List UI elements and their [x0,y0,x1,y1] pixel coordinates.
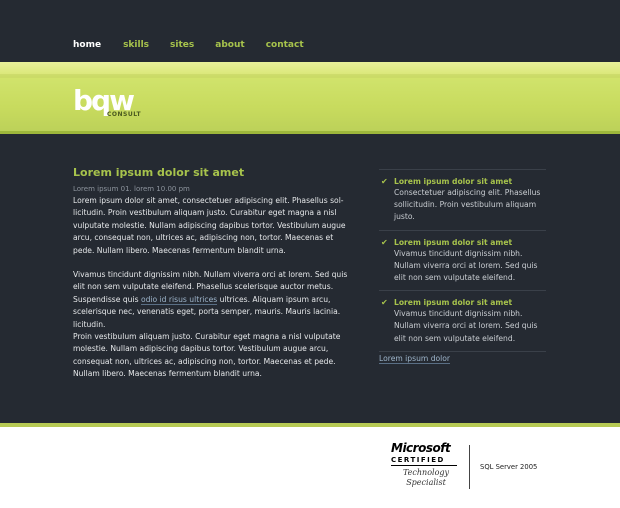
sidebar-item[interactable]: ✔ Lorem ipsum dolor sit amet Vivamus tin… [379,290,546,352]
nav-about[interactable]: about [215,40,244,50]
check-icon: ✔ [381,177,388,186]
footer-divider [469,445,470,489]
article-paragraph-1: Lorem ipsum dolor sit amet, consectetuer… [73,196,346,255]
check-icon: ✔ [381,298,388,308]
banner-bottom-line [0,131,620,134]
logo-subtitle: CONSULT [107,111,142,118]
sidebar-item-desc: Vivamus tincidunt dignissim nibh. Nullam… [394,309,538,343]
banner-stripe [0,74,620,78]
sidebar-item-title: Lorem ipsum dolor sit amet [394,177,513,186]
ms-certified-label: CERTIFIED [391,456,445,464]
main-article: Lorem ipsum dolor sit amet Lorem ipsum 0… [73,166,353,381]
ms-ts-line-1: Technology [402,468,450,477]
ms-cert-underline [391,465,457,466]
sidebar-item-desc: Vivamus tincidunt dignissim nibh. Nullam… [394,248,538,283]
article-paragraph-2: Vivamus tincidunt dignissim nibh. Nullam… [73,269,353,331]
article-meta: Lorem ipsum 01. lorem 10.00 pm [73,185,190,193]
nav-skills[interactable]: skills [123,40,149,50]
article-title: Lorem ipsum dolor sit amet [73,166,245,179]
header-banner: bqw CONSULT [0,62,620,134]
nav-contact[interactable]: contact [266,40,304,50]
nav-home[interactable]: home [73,40,101,50]
ms-ts-line-2: Specialist [406,478,446,487]
sidebar-item-desc: Consectetuer adipiscing elit. Phasellus … [394,188,541,222]
nav-sites[interactable]: sites [170,40,194,50]
microsoft-certified-logo: Microsoft CERTIFIED Technology Specialis… [391,441,461,496]
ms-brand: Microsoft [391,441,451,455]
sidebar-item-title: Lorem ipsum dolor sit amet [394,237,513,247]
top-bar: home skills sites about contact [0,0,620,62]
sidebar: ✔ Lorem ipsum dolor sit amet Consectetue… [379,169,546,352]
sql-server-label: SQL Server 2005 [480,463,538,471]
article-paragraph-3: Proin vestibulum aliquam justo. Curabitu… [73,332,341,379]
sidebar-item[interactable]: ✔ Lorem ipsum dolor sit amet Vivamus tin… [379,229,546,291]
sidebar-item-title: Lorem ipsum dolor sit amet [394,298,513,308]
sidebar-item[interactable]: ✔ Lorem ipsum dolor sit amet Consectetue… [379,169,546,230]
check-icon: ✔ [381,237,388,247]
ms-technology-specialist: Technology Specialist [391,468,461,488]
logo[interactable]: bqw CONSULT [73,87,141,119]
sidebar-more-link[interactable]: Lorem ipsum dolor [379,354,451,364]
main-nav: home skills sites about contact [73,40,304,50]
inline-link[interactable]: odio id risus ultrices [140,294,218,305]
